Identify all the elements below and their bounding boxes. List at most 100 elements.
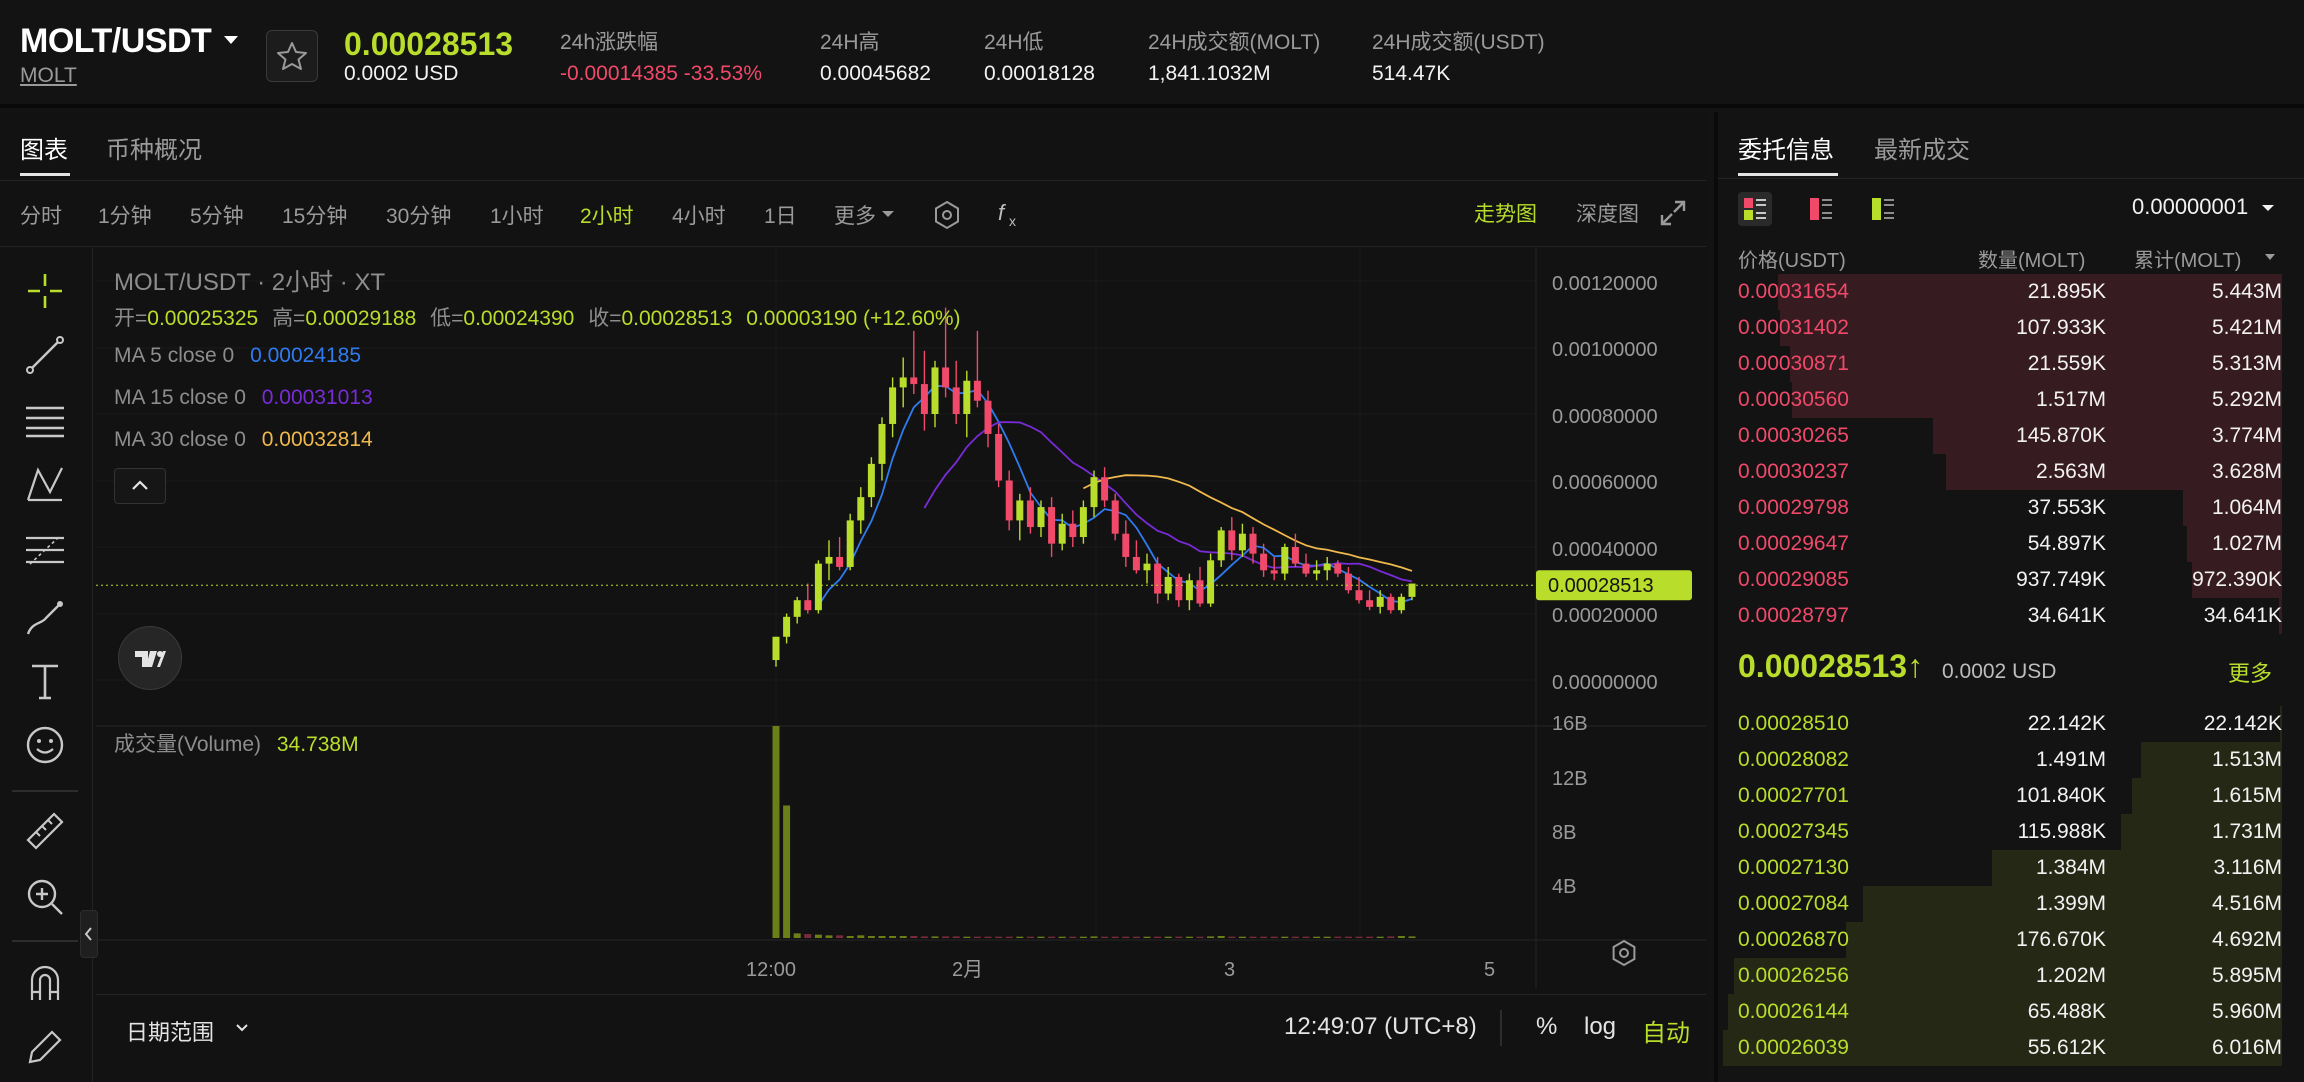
- tradingview-logo[interactable]: [118, 626, 182, 690]
- percent-toggle[interactable]: %: [1536, 1013, 1557, 1041]
- chevron-down-icon[interactable]: [880, 208, 896, 220]
- bid-row[interactable]: 0.00026039 55.612K 6.016M: [1722, 1030, 2282, 1066]
- bid-row[interactable]: 0.00026256 1.202M 5.895M: [1722, 958, 2282, 994]
- view-trend[interactable]: 走势图: [1474, 198, 1537, 228]
- volume-bar: [1111, 936, 1119, 938]
- ask-row[interactable]: 0.00030237 2.563M 3.628M: [1722, 454, 2282, 490]
- bid-price: 0.00026870: [1738, 928, 1849, 951]
- emoji-icon[interactable]: [22, 722, 68, 768]
- chevron-up-icon: [132, 480, 148, 490]
- indicator-fx-icon[interactable]: f x: [996, 198, 1026, 232]
- symbol-selector[interactable]: MOLT/USDT: [20, 22, 212, 61]
- ask-row[interactable]: 0.00031654 21.895K 5.443M: [1722, 274, 2282, 310]
- text-tool-icon[interactable]: [22, 658, 68, 704]
- stat-vol-molt-value: 1,841.1032M: [1148, 62, 1271, 85]
- fullscreen-icon[interactable]: [1658, 198, 1688, 228]
- ask-row[interactable]: 0.00030560 1.517M 5.292M: [1722, 382, 2282, 418]
- volume-bar: [1026, 936, 1034, 938]
- ma30-label: MA 30 close 0: [114, 428, 246, 451]
- bid-price: 0.00026039: [1738, 1036, 1849, 1059]
- mid-price-usd: 0.0002 USD: [1942, 660, 2057, 683]
- ask-row[interactable]: 0.00029085 937.749K 972.390K: [1722, 562, 2282, 598]
- candle-body: [1026, 500, 1034, 528]
- bid-row[interactable]: 0.00027084 1.399M 4.516M: [1722, 886, 2282, 922]
- more-link[interactable]: 更多: [2228, 656, 2272, 688]
- candle-body: [1207, 560, 1215, 604]
- bid-price: 0.00026256: [1738, 964, 1849, 987]
- auto-toggle[interactable]: 自动: [1642, 1013, 1690, 1048]
- interval-1h[interactable]: 1小时: [490, 200, 544, 230]
- bid-row[interactable]: 0.00026870 176.670K 4.692M: [1722, 922, 2282, 958]
- chevron-down-icon[interactable]: [2260, 202, 2276, 214]
- volume-tick: 16B: [1552, 713, 1588, 735]
- date-range-button[interactable]: 日期范围: [126, 1015, 214, 1047]
- bid-row[interactable]: 0.00027701 101.840K 1.615M: [1722, 778, 2282, 814]
- candle-body: [1238, 533, 1246, 551]
- interval-1m[interactable]: 1分钟: [98, 200, 152, 230]
- candle-body: [857, 497, 865, 521]
- candle-body: [804, 600, 812, 611]
- pencil-lock-icon[interactable]: [22, 1026, 68, 1066]
- orderbook-both-icon[interactable]: [1738, 192, 1772, 226]
- collapse-legend-button[interactable]: [114, 468, 166, 504]
- precision-select[interactable]: 0.00000001: [2132, 194, 2248, 220]
- ruler-icon[interactable]: [22, 808, 68, 854]
- ask-qty: 2.563M: [2035, 460, 2106, 483]
- orderbook-asks-icon[interactable]: [1804, 192, 1838, 226]
- view-depth[interactable]: 深度图: [1576, 198, 1639, 228]
- chevron-down-icon[interactable]: [224, 36, 238, 44]
- ask-row[interactable]: 0.00030265 145.870K 3.774M: [1722, 418, 2282, 454]
- ask-row[interactable]: 0.00028797 34.641K 34.641K: [1722, 598, 2282, 634]
- interval-15m[interactable]: 15分钟: [282, 200, 347, 230]
- interval-2h[interactable]: 2小时: [580, 200, 634, 230]
- bid-row[interactable]: 0.00028510 22.142K 22.142K: [1722, 706, 2282, 742]
- time-axis-settings-icon[interactable]: [1612, 939, 1636, 967]
- magnet-icon[interactable]: [22, 960, 68, 1006]
- tab-latest-trades[interactable]: 最新成交: [1874, 130, 1970, 165]
- chevron-down-icon[interactable]: [234, 1022, 250, 1034]
- brush-icon[interactable]: [22, 594, 68, 640]
- interval-4h[interactable]: 4小时: [672, 200, 726, 230]
- log-toggle[interactable]: log: [1584, 1013, 1616, 1041]
- interval-time-share[interactable]: 分时: [20, 200, 62, 230]
- settings-hex-icon[interactable]: [930, 198, 964, 232]
- ask-price: 0.00030871: [1738, 352, 1849, 375]
- ask-row[interactable]: 0.00031402 107.933K 5.421M: [1722, 310, 2282, 346]
- close-label: 收=: [588, 307, 622, 330]
- ask-price: 0.00029647: [1738, 532, 1849, 555]
- interval-30m[interactable]: 30分钟: [386, 200, 451, 230]
- candle-body: [1334, 563, 1342, 574]
- ask-row[interactable]: 0.00029647 54.897K 1.027M: [1722, 526, 2282, 562]
- orderbook-bids-icon[interactable]: [1866, 192, 1900, 226]
- interval-more[interactable]: 更多: [834, 200, 876, 230]
- tab-coin-overview[interactable]: 币种概况: [106, 130, 202, 165]
- chevron-left-icon: [84, 927, 92, 941]
- volume-bar: [973, 936, 981, 938]
- trend-line-icon[interactable]: [22, 332, 68, 378]
- chevron-down-icon[interactable]: [2264, 252, 2276, 262]
- crosshair-icon[interactable]: [22, 268, 68, 314]
- horizontal-lines-icon[interactable]: [22, 398, 68, 444]
- interval-5m[interactable]: 5分钟: [190, 200, 244, 230]
- zoom-in-icon[interactable]: [22, 874, 68, 920]
- fib-levels-icon[interactable]: [22, 528, 68, 574]
- volume-bar: [1154, 936, 1162, 938]
- ask-row[interactable]: 0.00029798 37.553K 1.064M: [1722, 490, 2282, 526]
- volume-bar: [995, 936, 1003, 938]
- bid-row[interactable]: 0.00027345 115.988K 1.731M: [1722, 814, 2282, 850]
- tab-orderbook[interactable]: 委托信息: [1738, 130, 1834, 165]
- ask-qty: 34.641K: [2027, 604, 2106, 627]
- base-asset-link[interactable]: MOLT: [20, 64, 77, 88]
- favorite-button[interactable]: [266, 30, 318, 82]
- ask-row[interactable]: 0.00030871 21.559K 5.313M: [1722, 346, 2282, 382]
- pattern-icon[interactable]: [22, 462, 68, 508]
- panel-divider: [1718, 178, 2304, 179]
- bid-row[interactable]: 0.00027130 1.384M 3.116M: [1722, 850, 2282, 886]
- interval-1d[interactable]: 1日: [764, 200, 797, 230]
- candle-body: [1313, 570, 1321, 574]
- bid-row[interactable]: 0.00026144 65.488K 5.960M: [1722, 994, 2282, 1030]
- bid-row[interactable]: 0.00028082 1.491M 1.513M: [1722, 742, 2282, 778]
- candle-body: [1175, 576, 1183, 601]
- tab-chart[interactable]: 图表: [20, 130, 68, 165]
- stat-vol-molt-label: 24H成交额(MOLT): [1148, 31, 1321, 54]
